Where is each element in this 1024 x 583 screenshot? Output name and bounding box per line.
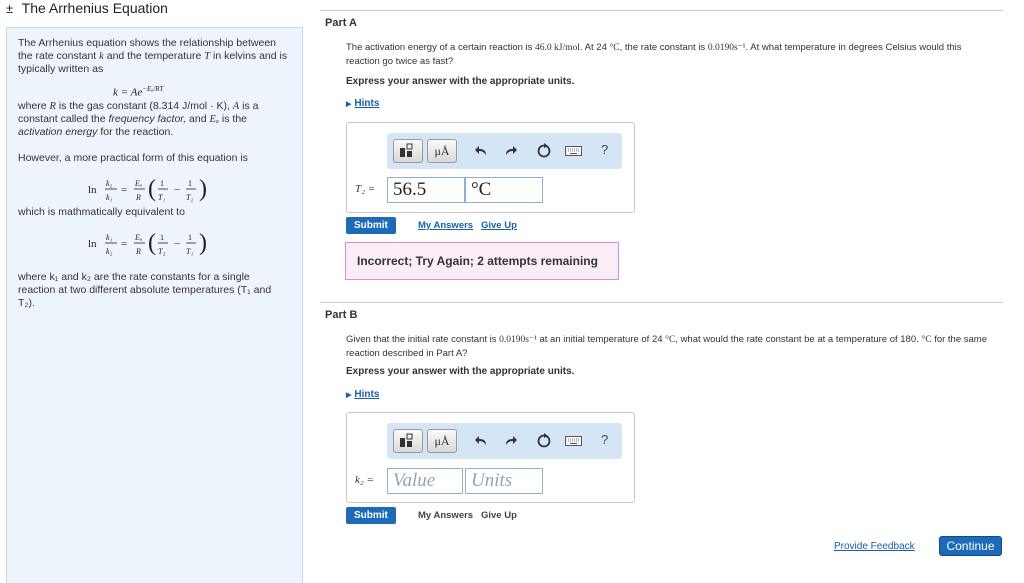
- redo-icon[interactable]: [505, 144, 519, 158]
- eq1-equals: =: [121, 184, 127, 196]
- eq1-r: R: [135, 193, 141, 202]
- part-b-divider: [320, 302, 1003, 303]
- reset-icon[interactable]: [536, 143, 552, 159]
- eq2-one-a: 1: [160, 233, 164, 242]
- help-icon[interactable]: ?: [601, 142, 608, 157]
- section-header[interactable]: ± The Arrhenius Equation: [6, 0, 168, 16]
- templates-icon[interactable]: [393, 139, 423, 163]
- expand-triangle-icon: ▶: [346, 101, 352, 108]
- arrhenius-equation: k = Ae−Eₐ/RT: [113, 85, 164, 99]
- part-b-answer-box: μÅ ? k₂ = Value Units: [346, 412, 635, 503]
- keyboard-icon[interactable]: [565, 146, 583, 157]
- eq1-num: k₂: [106, 179, 113, 188]
- part-b-value-input[interactable]: Value: [387, 468, 463, 494]
- eq2-t1: T₁: [186, 247, 193, 256]
- eq2-den: k₂: [106, 247, 113, 256]
- eq1-den: k₁: [106, 193, 113, 202]
- eq2-rparen: ): [199, 230, 207, 256]
- templates-icon[interactable]: [393, 429, 423, 453]
- section-title: The Arrhenius Equation: [21, 0, 168, 16]
- collapse-toggle-icon[interactable]: ±: [6, 1, 18, 16]
- part-a-feedback: Incorrect; Try Again; 2 attempts remaini…: [345, 242, 619, 280]
- part-a-value-input[interactable]: 56.5: [387, 177, 465, 203]
- equivalent-text: which is mathmatically equivalent to: [18, 206, 185, 218]
- part-b-units-input[interactable]: Units: [465, 468, 543, 494]
- k2-label: k₂ =: [355, 474, 374, 486]
- part-a-answer-box: μÅ ? T₂ = 56.5 °C: [346, 122, 635, 213]
- part-a-toolbar: μÅ ?: [387, 133, 622, 169]
- value-placeholder: Value: [393, 470, 436, 491]
- however-text: However, a more practical form of this e…: [18, 152, 248, 164]
- eq1-one-a: 1: [160, 179, 164, 188]
- expand-triangle-icon: ▶: [346, 392, 352, 399]
- redo-icon[interactable]: [505, 434, 519, 448]
- units-placeholder: Units: [471, 470, 513, 491]
- part-b-question: Given that the initial rate constant is …: [346, 334, 987, 359]
- part-b-give-up-link[interactable]: Give Up: [481, 510, 517, 521]
- part-b-hints[interactable]: ▶ Hints: [346, 389, 379, 400]
- eq2-t2: T₂: [158, 247, 165, 256]
- part-b-toolbar: μÅ ?: [387, 423, 622, 459]
- part-a-my-answers-link[interactable]: My Answers: [418, 220, 473, 231]
- part-a-submit-button[interactable]: Submit: [346, 217, 396, 234]
- intro-paragraph: The Arrhenius equation shows the relatio…: [18, 37, 288, 75]
- part-a-question: The activation energy of a certain react…: [346, 42, 962, 67]
- part-b-express: Express your answer with the appropriate…: [346, 366, 575, 377]
- part-a-units-input[interactable]: °C: [465, 177, 543, 203]
- part-a-hints[interactable]: ▶ Hints: [346, 98, 379, 109]
- where-paragraph: where R is the gas constant (8.314 J/mol…: [18, 100, 259, 138]
- part-a-divider: [320, 10, 1003, 11]
- eq1-t2: T₂: [186, 193, 193, 202]
- eq2-num: k₁: [106, 233, 113, 242]
- part-b-title: Part B: [325, 309, 358, 321]
- undo-icon[interactable]: [475, 434, 489, 448]
- eq2-lparen: (: [148, 230, 156, 256]
- part-b-my-answers-link[interactable]: My Answers: [418, 510, 473, 521]
- eq1-one-b: 1: [188, 179, 192, 188]
- eq2-ln: ln: [88, 238, 97, 250]
- help-icon[interactable]: ?: [601, 432, 608, 447]
- eq2-minus: −: [174, 238, 180, 250]
- part-a-express: Express your answer with the appropriate…: [346, 76, 575, 87]
- units-icon[interactable]: μÅ: [427, 429, 457, 453]
- eq1-ea: Eₐ: [134, 179, 143, 188]
- eq1-rparen: ): [199, 176, 207, 202]
- t2-label: T₂ =: [355, 183, 376, 195]
- eq1-minus: −: [174, 184, 180, 196]
- eq2-equals: =: [121, 238, 127, 250]
- part-a-title: Part A: [325, 17, 357, 29]
- equation-practical: ln k₂ k₁ = Eₐ R ( 1 T₁ − 1 T₂ ): [88, 176, 207, 202]
- part-a-give-up-link[interactable]: Give Up: [481, 220, 517, 231]
- continue-button[interactable]: Continue: [939, 536, 1002, 556]
- eq2-one-b: 1: [188, 233, 192, 242]
- eq2-r: R: [135, 247, 141, 256]
- provide-feedback-link[interactable]: Provide Feedback: [834, 541, 915, 552]
- undo-icon[interactable]: [475, 144, 489, 158]
- eq1-lparen: (: [148, 176, 156, 202]
- eq1-t1: T₁: [158, 193, 165, 202]
- keyboard-icon[interactable]: [565, 436, 583, 447]
- reset-icon[interactable]: [536, 433, 552, 449]
- eq1-ln: ln: [88, 184, 97, 196]
- equation-equivalent: ln k₁ k₂ = Eₐ R ( 1 T₂ − 1 T₁ ): [88, 230, 207, 256]
- units-icon[interactable]: μÅ: [427, 139, 457, 163]
- where-bottom-text: where k₁ and k₂ are the rate constants f…: [18, 271, 272, 309]
- eq2-ea: Eₐ: [134, 233, 143, 242]
- part-b-submit-button[interactable]: Submit: [346, 507, 396, 524]
